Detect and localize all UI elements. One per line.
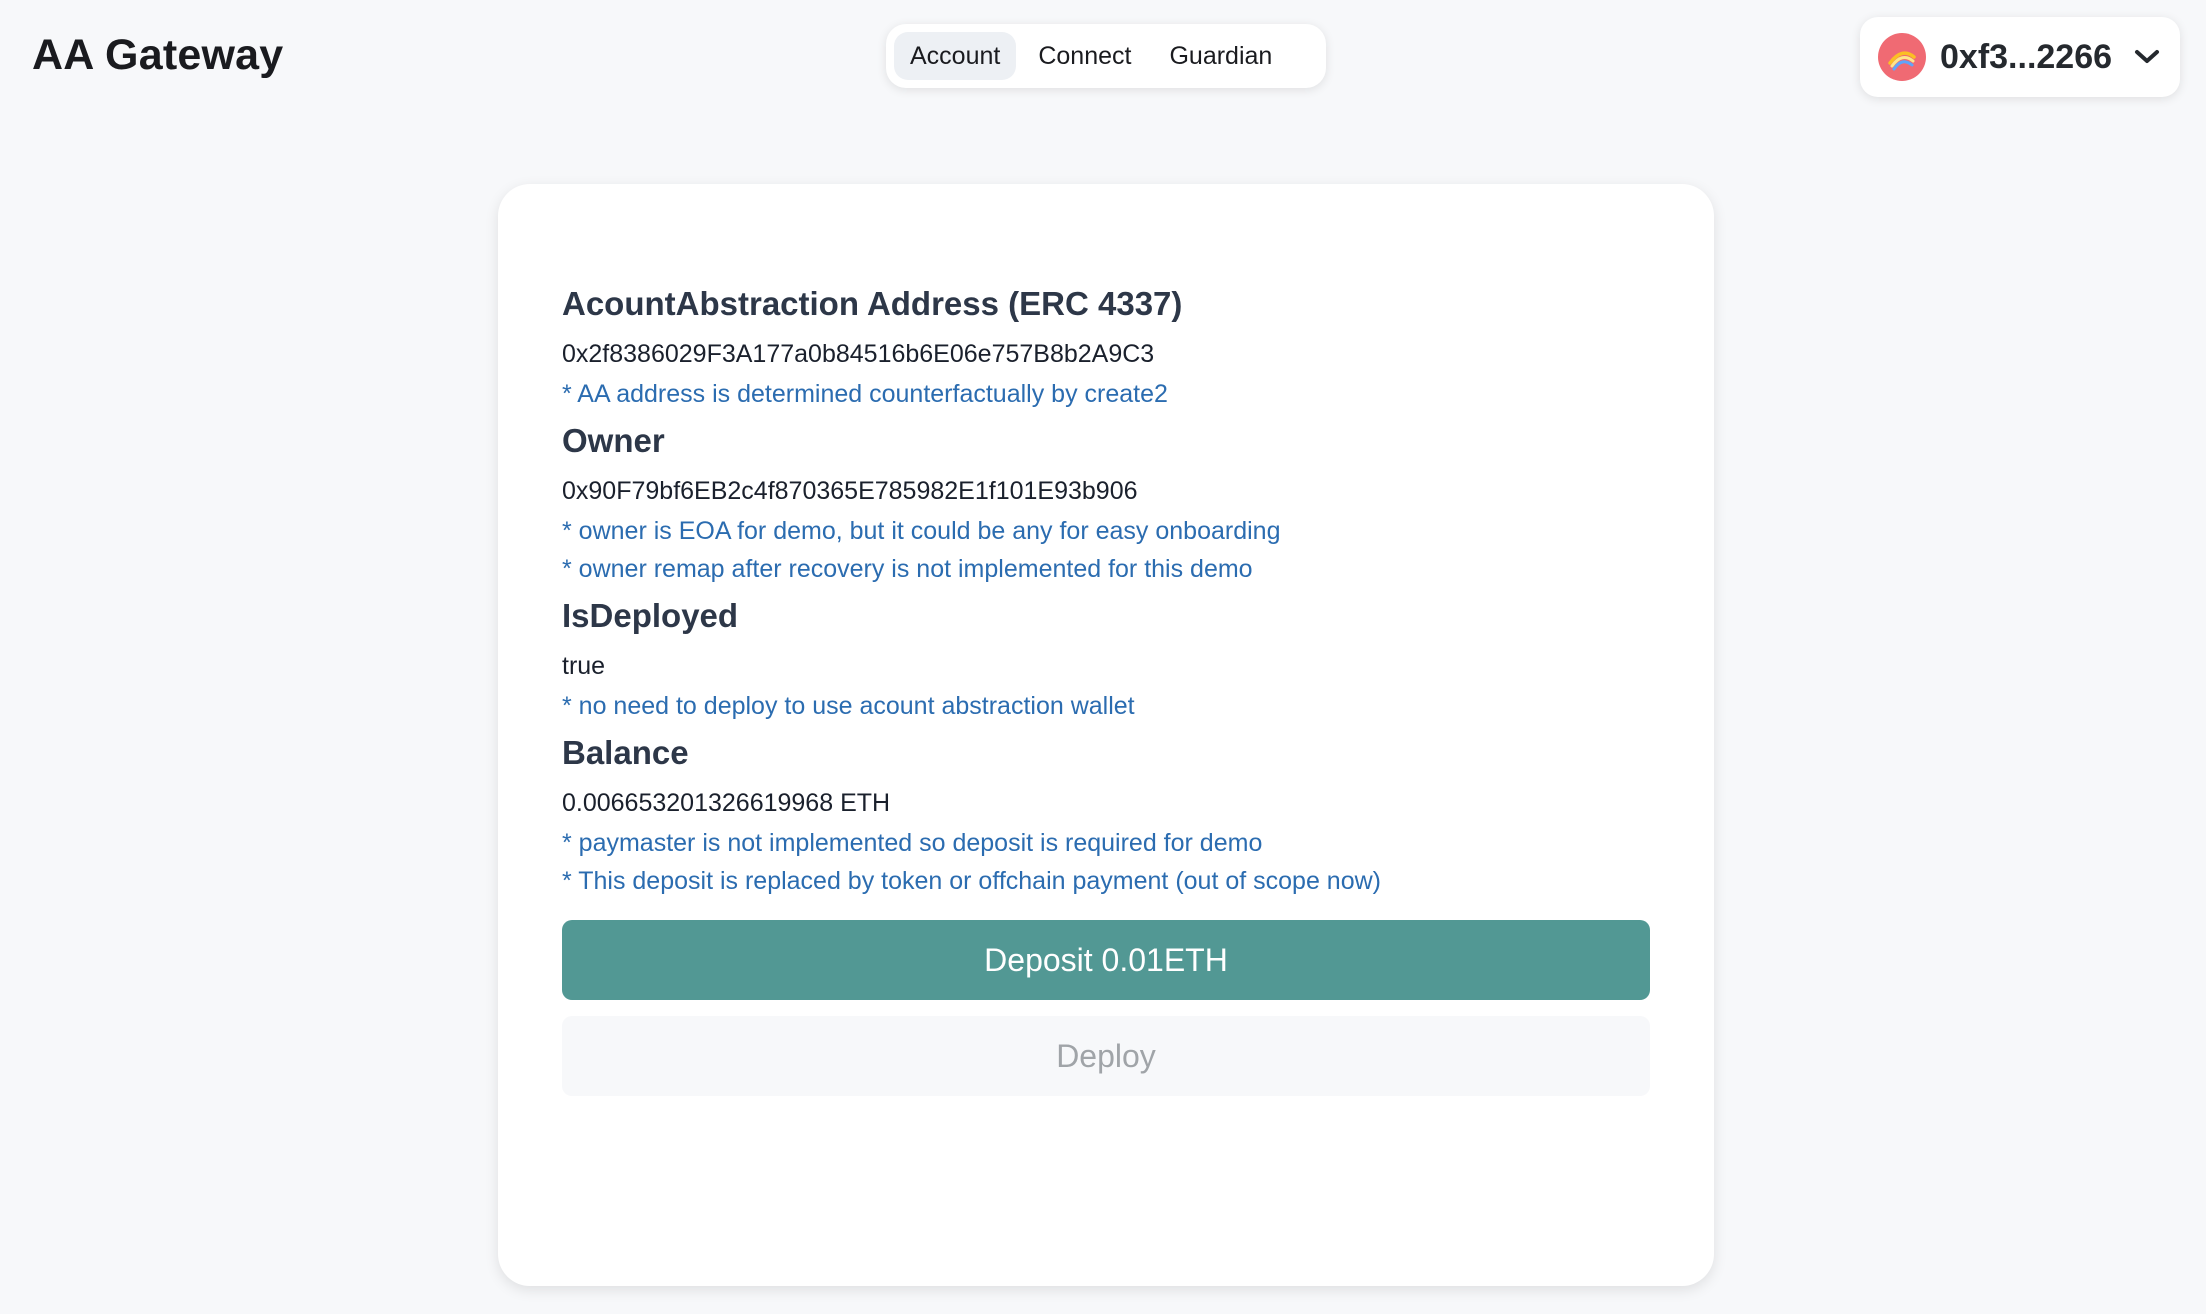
nav-tabs: Account Connect Guardian [886,24,1326,88]
balance-note: * paymaster is not implemented so deposi… [562,829,1263,857]
balance-note: * This deposit is replaced by token or o… [562,867,1381,895]
owner-note: * owner remap after recovery is not impl… [562,555,1253,583]
wallet-address: 0xf3...2266 [1940,37,2113,76]
aa-address-heading: AcountAbstraction Address (ERC 4337) [562,285,1183,322]
aa-address-note: * AA address is determined counterfactua… [562,380,1168,408]
owner-note: * owner is EOA for demo, but it could be… [562,517,1281,545]
account-details: AcountAbstraction Address (ERC 4337) 0x2… [562,280,1650,1096]
is-deployed-value: true [562,652,606,680]
balance-heading: Balance [562,734,689,771]
chevron-down-icon[interactable] [2132,42,2162,72]
wallet-account-button[interactable]: 0xf3...2266 [1860,17,2180,97]
owner-heading: Owner [562,422,665,459]
tab-connect[interactable]: Connect [1022,32,1147,80]
owner-value: 0x90F79bf6EB2c4f870365E785982E1f101E93b9… [562,477,1138,505]
rainbow-icon [1878,33,1926,81]
app-title: AA Gateway [32,31,284,79]
deposit-button[interactable]: Deposit 0.01ETH [562,920,1650,1000]
aa-address-value: 0x2f8386029F3A177a0b84516b6E06e757B8b2A9… [562,340,1155,368]
is-deployed-section: IsDeployed true * no need to deploy to u… [562,592,1650,723]
aa-address-section: AcountAbstraction Address (ERC 4337) 0x2… [562,280,1650,411]
balance-section: Balance 0.006653201326619968 ETH * payma… [562,729,1650,898]
deploy-button[interactable]: Deploy [562,1016,1650,1096]
tab-account[interactable]: Account [894,32,1017,80]
is-deployed-note: * no need to deploy to use acount abstra… [562,692,1135,720]
is-deployed-heading: IsDeployed [562,597,739,634]
account-card: AcountAbstraction Address (ERC 4337) 0x2… [498,184,1714,1286]
owner-section: Owner 0x90F79bf6EB2c4f870365E785982E1f10… [562,417,1650,586]
balance-value: 0.006653201326619968 ETH [562,789,891,817]
tab-guardian[interactable]: Guardian [1153,32,1288,80]
